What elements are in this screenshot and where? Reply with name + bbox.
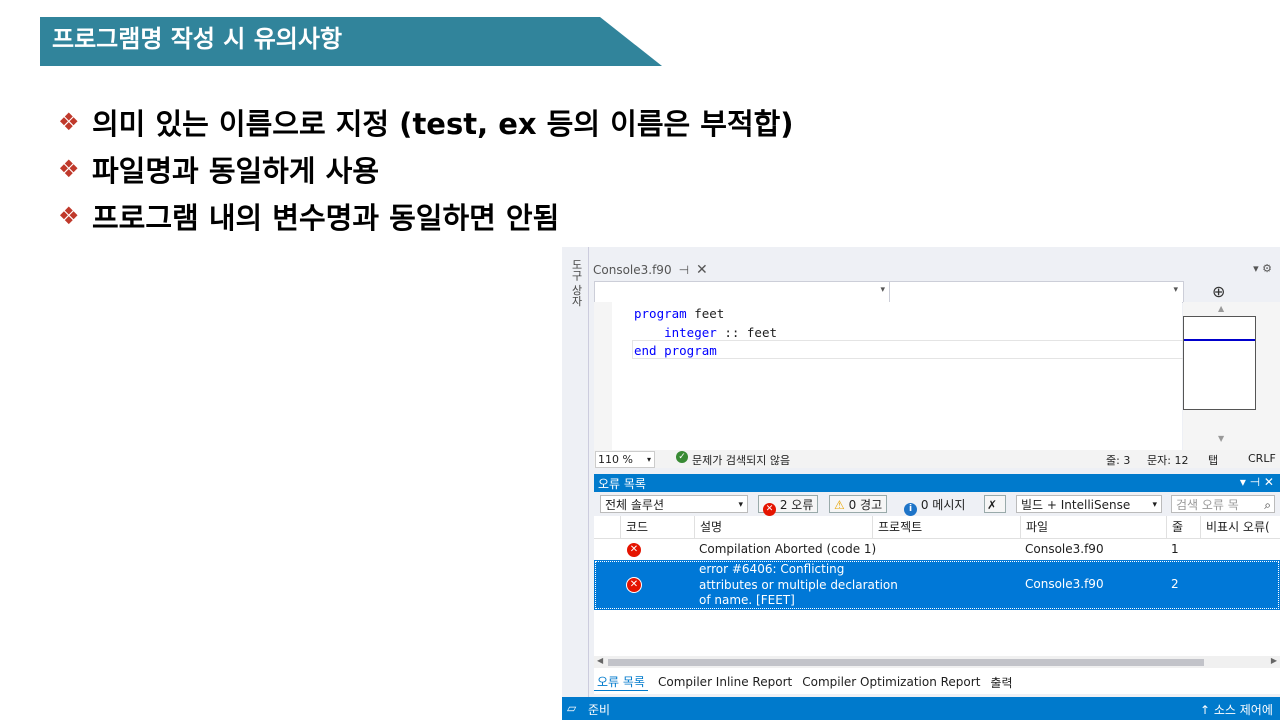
horizontal-scrollbar[interactable]: ◀ ▶ xyxy=(594,656,1280,668)
split-window-icon[interactable]: ⊕ xyxy=(1212,282,1225,301)
error-list-titlebar: 오류 목록 ▾ ⊣ ✕ xyxy=(594,474,1280,492)
info-icon: i xyxy=(904,503,917,516)
row-file: Console3.f90 xyxy=(1025,577,1104,591)
tab-output[interactable]: 출력 xyxy=(990,674,1012,691)
diamond-bullet-icon: ❖ xyxy=(58,107,80,136)
column-description[interactable]: 설명 xyxy=(694,516,872,538)
code-editor[interactable]: program feet integer :: feet end program xyxy=(594,302,1184,450)
scope-dropdown[interactable]: ▾ xyxy=(595,282,890,302)
column-line[interactable]: 줄 xyxy=(1166,516,1200,538)
error-list-title: 오류 목록 xyxy=(598,476,646,491)
bullet-item: ❖ 프로그램 내의 변수명과 동일하면 안됨 xyxy=(58,192,794,239)
error-list-header: 코드 설명 프로젝트 파일 줄 비표시 오류( xyxy=(594,516,1280,539)
column-suppression[interactable]: 비표시 오류( xyxy=(1200,516,1280,538)
column-indicator: 문자: 12 xyxy=(1147,454,1189,467)
status-ready: 준비 xyxy=(588,703,611,717)
search-icon[interactable]: ⌕ xyxy=(1264,496,1271,514)
eol-indicator[interactable]: CRLF xyxy=(1248,452,1276,465)
row-description: error #6406: Conflicting attributes or m… xyxy=(699,562,898,607)
chevron-down-icon: ▾ xyxy=(646,455,651,464)
scroll-right-icon[interactable]: ▶ xyxy=(1271,656,1277,665)
panel-controls[interactable]: ▾ ⊣ ✕ xyxy=(1240,475,1274,489)
code-text: program feet integer :: feet end program xyxy=(634,305,777,361)
column-file[interactable]: 파일 xyxy=(1020,516,1166,538)
status-bar: ▱ 준비 ↑ 소스 제어에 xyxy=(562,697,1280,720)
bullet-item: ❖ 파일명과 동일하게 사용 xyxy=(58,145,794,192)
issues-status[interactable]: 문제가 검색되지 않음 xyxy=(692,452,790,468)
code-line: end program xyxy=(634,343,717,358)
error-icon: ✕ xyxy=(626,577,642,593)
code-line: program feet xyxy=(634,306,725,321)
scroll-left-icon[interactable]: ◀ xyxy=(597,656,603,665)
editor-margin xyxy=(594,302,612,450)
code-line: integer :: feet xyxy=(664,324,778,340)
scrollbar-thumb[interactable] xyxy=(608,659,1204,666)
bullet-item: ❖ 의미 있는 이름으로 지정 (test, ex 등의 이름은 부적합) xyxy=(58,98,794,145)
errors-filter-button[interactable]: ✕ 2 오류 xyxy=(758,495,819,516)
messages-filter-button[interactable]: i 0 메시지 xyxy=(899,495,970,516)
column-project[interactable]: 프로젝트 xyxy=(872,516,1020,538)
scope-dropdown[interactable]: 전체 솔루션 ▾ xyxy=(600,495,748,513)
tab-compiler-optimization-report[interactable]: Compiler Optimization Report xyxy=(802,675,980,689)
scrollbar-map[interactable]: ▲ ▼ xyxy=(1183,302,1280,450)
diamond-bullet-icon: ❖ xyxy=(58,154,80,183)
ready-icon: ▱ xyxy=(567,701,577,715)
editor-status-bar: 110 % ▾ ✓ 문제가 검색되지 않음 줄: 3 문자: 12 탭 CRLF xyxy=(594,450,1280,468)
row-file: Console3.f90 xyxy=(1025,542,1104,556)
line-indicator: 줄: 3 xyxy=(1106,454,1131,467)
source-control-button[interactable]: ↑ 소스 제어에 xyxy=(1200,701,1273,718)
document-tab-title: Console3.f90 xyxy=(593,263,672,277)
zoom-value: 110 % xyxy=(598,453,633,466)
ide-window: 도구 상자 Console3.f90 ⊣ ✕ ▾ ⚙ ▾ ▾ ⊕ program… xyxy=(562,247,1280,720)
toolbox-side-tab[interactable]: 도구 상자 xyxy=(562,247,589,697)
chevron-down-icon: ▾ xyxy=(1173,285,1178,295)
check-icon: ✓ xyxy=(676,451,688,463)
chevron-down-icon: ▾ xyxy=(1152,500,1157,510)
tab-indicator[interactable]: 탭 xyxy=(1208,452,1218,468)
error-icon: ✕ xyxy=(626,542,642,558)
warning-icon: ⚠ xyxy=(834,498,845,512)
scroll-down-icon[interactable]: ▼ xyxy=(1218,434,1224,443)
bottom-tab-strip: 오류 목록 Compiler Inline Report Compiler Op… xyxy=(594,672,1013,692)
build-filter-dropdown[interactable]: 빌드 + IntelliSense ▾ xyxy=(1016,495,1162,513)
toolbox-label: 도구 상자 xyxy=(570,259,583,307)
document-tab[interactable]: Console3.f90 ⊣ ✕ xyxy=(593,260,708,280)
table-row[interactable]: ✕ error #6406: Conflicting attributes or… xyxy=(594,560,1280,610)
row-line: 2 xyxy=(1171,577,1179,591)
diamond-bullet-icon: ❖ xyxy=(58,201,80,230)
error-list-panel: 오류 목록 ▾ ⊣ ✕ 전체 솔루션 ▾ ✕ 2 오류 ⚠ 0 경고 i 0 메… xyxy=(594,474,1280,694)
close-icon[interactable]: ✕ xyxy=(696,262,708,278)
error-icon: ✕ xyxy=(763,503,776,516)
navigation-bar: ▾ ▾ xyxy=(594,281,1184,303)
bullet-list: ❖ 의미 있는 이름으로 지정 (test, ex 등의 이름은 부적합) ❖ … xyxy=(58,98,794,239)
chevron-down-icon: ▾ xyxy=(880,285,885,295)
chevron-down-icon: ▾ xyxy=(738,500,743,510)
filter-icon[interactable]: ✗ xyxy=(984,495,1006,513)
scroll-up-icon[interactable]: ▲ xyxy=(1218,304,1224,313)
member-dropdown[interactable]: ▾ xyxy=(890,282,1182,302)
window-controls[interactable]: ▾ ⚙ xyxy=(1253,262,1272,275)
row-description: Compilation Aborted (code 1) xyxy=(699,542,877,556)
warnings-filter-button[interactable]: ⚠ 0 경고 xyxy=(829,495,888,513)
bullet-text: 파일명과 동일하게 사용 xyxy=(92,153,379,188)
slide-title: 프로그램명 작성 시 유의사항 xyxy=(52,25,343,53)
map-preview[interactable] xyxy=(1183,316,1256,410)
pin-icon[interactable]: ⊣ xyxy=(679,263,689,277)
tab-compiler-inline-report[interactable]: Compiler Inline Report xyxy=(658,675,792,689)
search-input[interactable]: 검색 오류 목 ⌕ xyxy=(1171,495,1275,513)
bullet-text: 프로그램 내의 변수명과 동일하면 안됨 xyxy=(92,200,560,235)
tab-error-list[interactable]: 오류 목록 xyxy=(594,673,648,691)
column-code[interactable]: 코드 xyxy=(620,516,695,538)
error-list-toolbar: 전체 솔루션 ▾ ✕ 2 오류 ⚠ 0 경고 i 0 메시지 ✗ 빌드 + In… xyxy=(594,492,1280,516)
zoom-dropdown[interactable]: 110 % ▾ xyxy=(595,451,655,468)
table-row[interactable]: ✕ Compilation Aborted (code 1) Console3.… xyxy=(594,539,1280,559)
row-line: 1 xyxy=(1171,542,1179,556)
bullet-text: 의미 있는 이름으로 지정 (test, ex 등의 이름은 부적합) xyxy=(92,106,794,141)
